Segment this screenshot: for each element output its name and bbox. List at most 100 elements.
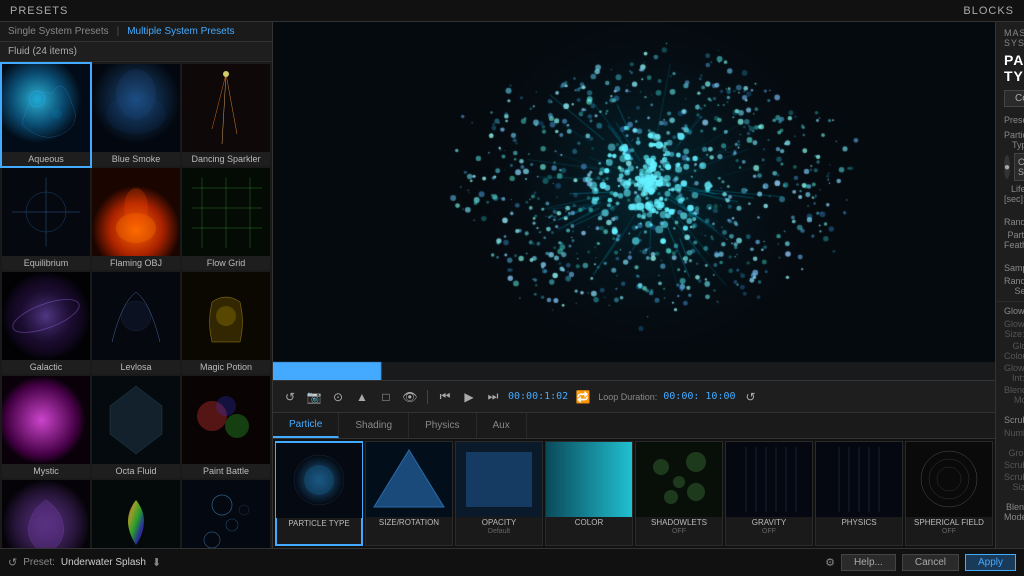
thumb-card-spherical-field[interactable]: SPHERICAL FIELDOFF <box>905 441 993 546</box>
mountain-btn[interactable]: ▲ <box>353 388 371 406</box>
preset-thumb <box>182 376 270 464</box>
thumb-card-gravity[interactable]: GRAVITYOFF <box>725 441 813 546</box>
scrubblet-row: Number of Group:7 <box>1004 428 1016 458</box>
time-sampling-label: Time Sampling: <box>1004 253 1024 273</box>
preset-label: Flow Grid <box>182 256 270 270</box>
preset-item-flaming-obj[interactable]: Flaming OBJ <box>92 168 180 270</box>
preset-item-mystic[interactable]: Mystic <box>2 376 90 478</box>
right-panel: Master System ↺ PARTICLE TYPE Copy Paste… <box>995 22 1024 548</box>
choose-sprite-btn[interactable]: Choose Sprite... <box>1014 153 1024 181</box>
preset-label: Levlosa <box>92 360 180 374</box>
tab-single-system[interactable]: Single System Presets <box>8 26 109 37</box>
preset-thumb <box>182 64 270 152</box>
undo-icon[interactable]: ↺ <box>8 556 17 569</box>
preset-label: Magic Potion <box>182 360 270 374</box>
bottom-bar: ↺ Preset: Underwater Splash ⬇ ⚙ Help... … <box>0 548 1024 576</box>
glow-label: Blending Mode: <box>1004 385 1024 405</box>
preset-item-octa-fluid[interactable]: Octa Fluid <box>92 376 180 478</box>
preset-label: Dancing Sparkler <box>182 152 270 166</box>
thumb-card-particle-type[interactable]: PARTICLE TYPE <box>275 441 363 546</box>
preset-item-blue-smoke[interactable]: Blue Smoke <box>92 64 180 166</box>
tab-aux[interactable]: Aux <box>477 413 527 438</box>
sprite-icon: ● <box>1004 155 1010 179</box>
tab-physics[interactable]: Physics <box>409 413 476 438</box>
prev-btn[interactable]: ⏮ <box>436 388 454 406</box>
cancel-btn[interactable]: Cancel <box>902 554 959 571</box>
glow-row: Glow Size:300 <box>1004 319 1016 339</box>
preset-label: Preset: <box>1004 115 1024 125</box>
preset-list-header: Fluid (24 items) <box>0 42 272 62</box>
glow-label: Glow Int: <box>1004 363 1024 383</box>
thumb-card-shadowlets[interactable]: SHADOWLETSOFF <box>635 441 723 546</box>
preset-item-levlosa[interactable]: Levlosa <box>92 272 180 374</box>
scrubblet-label: Number of Group: <box>1004 428 1024 458</box>
preset-item-rising-bubbles[interactable]: Rising Bubbles <box>182 480 270 548</box>
preset-label: Blue Smoke <box>92 152 180 166</box>
preset-thumb <box>182 168 270 256</box>
top-bar: PRESETS BLOCKS <box>0 0 1024 22</box>
thumb-card-label: PHYSICS <box>840 517 877 529</box>
undo-btn[interactable]: ↺ <box>281 388 299 406</box>
play-btn[interactable]: ▶ <box>460 388 478 406</box>
loop-btn[interactable]: 🔁 <box>574 388 592 406</box>
camera-btn[interactable]: 📷 <box>305 388 323 406</box>
preset-item-aqueous[interactable]: Aqueous <box>2 64 90 166</box>
loop-time: 00:00: 10:00 <box>663 391 735 402</box>
thumb-card-size/rotation[interactable]: SIZE/ROTATION <box>365 441 453 546</box>
copy-btn[interactable]: Copy <box>1004 90 1024 107</box>
life-label: Life [sec]: <box>1004 184 1024 204</box>
preset-thumb <box>2 480 90 548</box>
main-area: Single System Presets | Multiple System … <box>0 22 1024 548</box>
preset-item-phantom[interactable]: Phantom <box>2 480 90 548</box>
glow-title: Glow <box>1004 306 1016 316</box>
preset-item-equilibrium[interactable]: Equilibrium <box>2 168 90 270</box>
circle-btn[interactable]: ⊙ <box>329 388 347 406</box>
thumb-card-label: GRAVITYOFF <box>751 517 788 537</box>
glow-row: Blending Mode:Normal <box>1004 385 1016 405</box>
preset-thumb <box>92 272 180 360</box>
thumb-card-opacity[interactable]: OPACITYDefault <box>455 441 543 546</box>
thumb-card-sublabel: OFF <box>752 528 787 536</box>
tab-multiple-system[interactable]: Multiple System Presets <box>127 26 234 37</box>
preset-item-galactic[interactable]: Galactic <box>2 272 90 374</box>
sep1 <box>427 390 428 404</box>
bottom-left: ↺ Preset: Underwater Splash ⬇ <box>8 556 161 569</box>
bottom-preset-label: Preset: <box>23 557 55 568</box>
preset-item-flow-grid[interactable]: Flow Grid <box>182 168 270 270</box>
thumb-card-label: SPHERICAL FIELDOFF <box>913 517 985 537</box>
thumb-card-image <box>726 442 812 517</box>
eye-btn[interactable]: 👁 <box>401 388 419 406</box>
scrubblet-label: Scrubb Size: <box>1004 472 1024 492</box>
tab-particle[interactable]: Particle <box>273 413 339 438</box>
blend-mode-row: Blend Mode: Screen Normal Add <box>996 498 1024 526</box>
preset-item-dancing-sparkler[interactable]: Dancing Sparkler <box>182 64 270 166</box>
thumb-card-color[interactable]: COLOR <box>545 441 633 546</box>
scrubblet-label: Scrubb: <box>1004 460 1024 470</box>
tab-shading[interactable]: Shading <box>339 413 409 438</box>
transport-bar: ↺ 📷 ⊙ ▲ □ 👁 ⏮ ▶ ⏭ 00:00:1:02 🔁 Loop Dura… <box>273 380 995 412</box>
preset-thumb <box>2 64 90 152</box>
app-container: PRESETS BLOCKS Single System Presets | M… <box>0 0 1024 576</box>
thumb-card-image <box>816 442 902 517</box>
thumb-card-image <box>636 442 722 517</box>
preset-item-magic-potion[interactable]: Magic Potion <box>182 272 270 374</box>
panel-title: PARTICLE TYPE <box>1004 52 1016 84</box>
preset-label: Aqueous <box>2 152 90 166</box>
preset-item-rainbow-drop[interactable]: Rainbow Drop <box>92 480 180 548</box>
preset-item-paint-battle[interactable]: Paint Battle <box>182 376 270 478</box>
save-icon[interactable]: ⬇ <box>152 556 161 569</box>
thumb-card-label: SHADOWLETSOFF <box>650 517 708 537</box>
center-panel: ↺ 📷 ⊙ ▲ □ 👁 ⏮ ▶ ⏭ 00:00:1:02 🔁 Loop Dura… <box>273 22 995 548</box>
square-btn[interactable]: □ <box>377 388 395 406</box>
thumb-card-physics[interactable]: PHYSICS <box>815 441 903 546</box>
reset-transport-btn[interactable]: ↺ <box>742 388 760 406</box>
settings-icon[interactable]: ⚙ <box>825 556 835 569</box>
app-title-right: BLOCKS <box>963 5 1014 17</box>
next-btn[interactable]: ⏭ <box>484 388 502 406</box>
apply-btn[interactable]: Apply <box>965 554 1016 571</box>
thumb-card-image <box>456 442 542 517</box>
loop-label: Loop Duration: <box>598 392 657 402</box>
glow-row: Glow Int:100 <box>1004 363 1016 383</box>
preset-thumb <box>92 376 180 464</box>
help-btn[interactable]: Help... <box>841 554 896 571</box>
